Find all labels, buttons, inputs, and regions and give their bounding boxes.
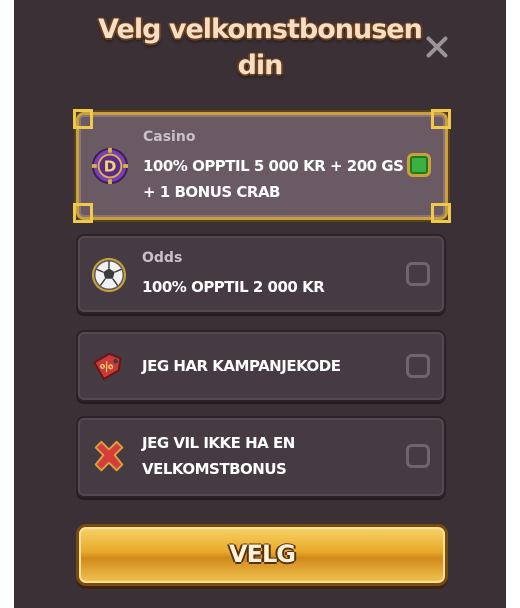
option-text-line-2: VELKOMSTBONUS — [142, 460, 287, 478]
red-x-icon — [94, 440, 124, 472]
casino-chip-icon: D — [91, 147, 129, 185]
option-no-bonus[interactable]: JEG VIL IKKE HA EN VELKOMSTBONUS — [76, 416, 446, 498]
welcome-bonus-dialog: Velg velkomstbonusen din D Casino 100% O… — [14, 0, 506, 608]
option-text-line-1: 100% OPPTIL 2 000 KR — [142, 278, 325, 296]
option-category: Casino — [143, 129, 196, 145]
close-icon[interactable] — [423, 33, 451, 61]
checkbox-checked[interactable] — [407, 153, 431, 177]
option-text-line-1: JEG VIL IKKE HA EN — [142, 434, 295, 452]
svg-text:D: D — [104, 158, 117, 176]
option-text-line-1: 100% OPPTIL 5 000 KR + 200 GS — [143, 157, 404, 175]
promo-tag-icon: % — [93, 352, 122, 381]
option-promo-code[interactable]: % JEG HAR KAMPANJEKODE — [76, 330, 446, 402]
option-text-line-1: JEG HAR KAMPANJEKODE — [142, 357, 341, 375]
option-category: Odds — [142, 250, 183, 266]
option-odds[interactable]: Odds 100% OPPTIL 2 000 KR — [76, 234, 446, 314]
select-button[interactable]: VELG — [76, 524, 448, 586]
checkbox[interactable] — [406, 354, 430, 378]
select-button-label: VELG — [229, 540, 296, 568]
option-casino[interactable]: D Casino 100% OPPTIL 5 000 KR + 200 GS +… — [73, 109, 451, 223]
option-text-line-2: + 1 BONUS CRAB — [143, 183, 281, 201]
soccer-ball-icon — [91, 257, 127, 293]
checkbox[interactable] — [406, 444, 430, 468]
checkbox[interactable] — [406, 262, 430, 286]
